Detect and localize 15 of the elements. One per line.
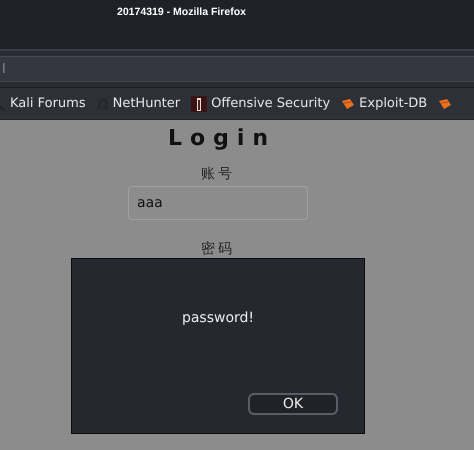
address-field[interactable]: l: [0, 56, 474, 82]
bookmark-link[interactable]: Kali Forums: [10, 96, 86, 111]
username-field[interactable]: aaa: [128, 186, 308, 220]
bug-icon: [341, 98, 356, 110]
window-title: 20174319 - Mozilla Firefox: [117, 6, 246, 18]
username-label: 账号: [201, 165, 235, 183]
bookmark-link[interactable]: Offensive Security: [211, 96, 330, 111]
ok-button[interactable]: OK: [248, 393, 338, 415]
login-heading: Login: [166, 126, 276, 151]
bookmark-link[interactable]: Exploit-DB: [359, 96, 428, 111]
password-label: 密码: [201, 240, 235, 258]
offsec-logo-icon: [191, 96, 208, 112]
bug-icon: [438, 98, 452, 110]
bookmark-link[interactable]: NetHunter: [112, 96, 180, 111]
alert-message: password!: [180, 310, 256, 326]
